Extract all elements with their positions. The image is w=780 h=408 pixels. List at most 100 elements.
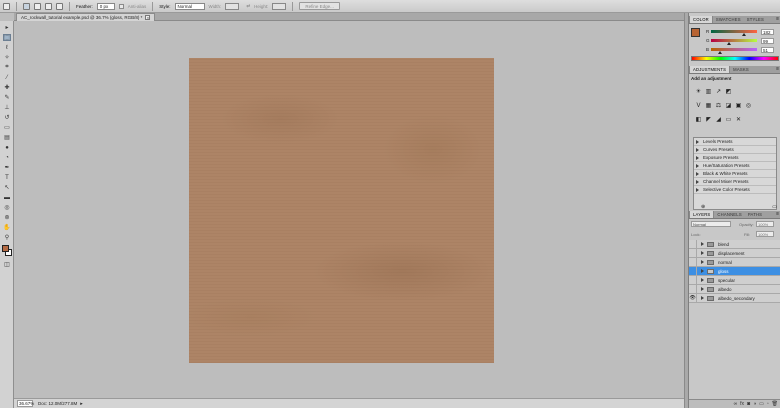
new-selection-icon[interactable] [23,2,30,10]
visibility-eye-icon[interactable] [689,266,697,276]
tab-adjustments[interactable]: ADJUSTMENTS [689,66,731,73]
zoom-level-field[interactable]: 36.67% [17,400,34,407]
blue-value-field[interactable]: 51 [761,46,774,53]
delete-layer-icon[interactable]: 🗑 [772,401,778,407]
preset-selective-color[interactable]: Selective Color Presets [694,186,776,194]
magic-wand-tool-icon[interactable]: ✧ [3,54,11,61]
invert-icon[interactable]: ◧ [695,117,702,124]
visibility-eye-icon[interactable] [689,275,697,285]
green-slider-handle[interactable] [726,42,731,45]
tab-channels[interactable]: CHANNELS [714,211,744,218]
width-input[interactable] [225,2,240,10]
new-group-icon[interactable]: ▭ [759,401,764,407]
opacity-field[interactable]: 100% [756,221,774,227]
red-value-field[interactable]: 182 [761,28,774,35]
refine-edge-button[interactable]: Refine Edge... [299,2,340,10]
visibility-eye-icon[interactable]: 👁 [689,293,697,303]
fill-field[interactable]: 100% [756,231,774,237]
expand-arrow-icon[interactable] [696,187,699,192]
group-expand-arrow-icon[interactable] [701,269,704,273]
link-layers-icon[interactable]: ∞ [734,401,738,407]
clip-to-layer-icon[interactable]: ⊕ [701,204,705,210]
clone-stamp-tool-icon[interactable]: ⊥ [3,104,11,111]
preset-levels[interactable]: Levels Presets [694,138,776,146]
expand-arrow-icon[interactable] [696,147,699,152]
group-expand-arrow-icon[interactable] [701,278,704,282]
blue-slider-handle[interactable] [718,51,723,54]
gradient-map-icon[interactable]: ▭ [725,117,732,124]
lasso-tool-icon[interactable]: ℓ [3,44,11,51]
levels-icon[interactable]: ▥ [705,89,712,96]
layer-style-icon[interactable]: fx [740,401,744,407]
visibility-eye-icon[interactable] [689,257,697,267]
add-mask-icon[interactable]: ◙ [747,401,750,407]
panel-menu-icon[interactable]: ≡ [776,67,779,72]
preset-hue-saturation[interactable]: Hue/Saturation Presets [694,162,776,170]
3d-orbit-tool-icon[interactable]: ⊚ [3,214,11,221]
status-menu-arrow-icon[interactable]: ▸ [80,401,83,407]
marquee-tool-icon[interactable]: ⬚ [3,34,11,41]
tab-paths[interactable]: PATHS [745,211,765,218]
shape-tool-icon[interactable]: ▬ [3,194,11,201]
blend-mode-select[interactable]: Normal [691,221,731,227]
dodge-tool-icon[interactable]: ◔ [3,154,11,161]
eyedropper-tool-icon[interactable]: ⁄ [3,74,11,81]
history-brush-tool-icon[interactable]: ↺ [3,114,11,121]
brush-tool-icon[interactable]: ✎ [3,94,11,101]
add-to-selection-icon[interactable] [34,2,41,10]
layer-name[interactable]: gloss [718,269,729,274]
layer-name[interactable]: displacement [718,251,745,256]
posterize-icon[interactable]: ◤ [705,117,712,124]
hue-saturation-icon[interactable]: ▦ [705,103,712,110]
layer-row[interactable]: displacement [689,248,780,258]
3d-rotate-tool-icon[interactable]: ◎ [3,204,11,211]
expand-arrow-icon[interactable] [696,179,699,184]
red-slider[interactable] [711,30,757,36]
brightness-contrast-icon[interactable]: ☀ [695,89,702,96]
preset-curves[interactable]: Curves Presets [694,146,776,154]
curves-icon[interactable]: ↗ [715,89,722,96]
layer-name[interactable]: blend [718,242,729,247]
threshold-icon[interactable]: ◢ [715,117,722,124]
style-select[interactable]: Normal [174,2,205,10]
layer-row[interactable]: normal [689,257,780,267]
antialias-checkbox[interactable] [118,3,124,9]
color-spectrum-bar[interactable] [691,56,779,61]
preset-exposure[interactable]: Exposure Presets [694,154,776,162]
tab-masks[interactable]: MASKS [730,66,752,73]
layer-name[interactable]: albedo [718,287,732,292]
panel-menu-icon[interactable]: ≡ [776,212,779,217]
layer-row[interactable]: specular [689,275,780,285]
vibrance-icon[interactable]: V [695,103,702,110]
new-layer-icon[interactable]: ▫ [767,401,769,407]
move-tool-icon[interactable]: ▸ [3,24,11,31]
close-icon[interactable]: × [145,15,151,20]
expand-arrow-icon[interactable] [696,163,699,168]
panel-menu-icon[interactable]: ≡ [776,17,779,22]
group-expand-arrow-icon[interactable] [701,242,704,246]
healing-brush-tool-icon[interactable]: ✚ [3,84,11,91]
tab-styles[interactable]: STYLES [744,16,767,23]
tab-layers[interactable]: LAYERS [689,211,715,218]
selective-color-icon[interactable]: ✕ [735,117,742,124]
blur-tool-icon[interactable]: ● [3,144,11,151]
layer-name[interactable]: albedo_secondary [718,296,755,301]
exposure-icon[interactable]: ◩ [725,89,732,96]
red-slider-handle[interactable] [741,33,746,36]
blue-slider[interactable] [711,48,757,54]
visibility-eye-icon[interactable] [689,284,697,294]
tab-swatches[interactable]: SWATCHES [713,16,744,23]
layer-row[interactable]: gloss [689,266,780,276]
gradient-tool-icon[interactable]: ▤ [3,134,11,141]
type-tool-icon[interactable]: T [3,174,11,181]
photo-filter-icon[interactable]: ▣ [735,103,742,110]
layer-row[interactable]: 👁 albedo_secondary [689,293,780,303]
path-selection-tool-icon[interactable]: ↖ [3,184,11,191]
layer-row[interactable]: blend [689,239,780,249]
swap-icon[interactable]: ⇄ [246,3,250,9]
visibility-eye-icon[interactable] [689,239,697,249]
black-white-icon[interactable]: ◪ [725,103,732,110]
preset-channel-mixer[interactable]: Channel Mixer Presets [694,178,776,186]
green-value-field[interactable]: 99 [761,37,774,44]
eraser-tool-icon[interactable]: ▭ [3,124,11,131]
